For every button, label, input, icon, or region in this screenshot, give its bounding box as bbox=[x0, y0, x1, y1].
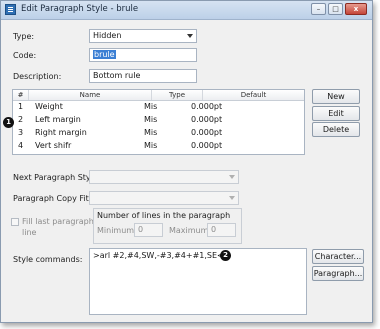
row-name: Right margin bbox=[35, 128, 87, 137]
row-number: 2 bbox=[18, 115, 24, 124]
maximum-label: Maximum: bbox=[169, 226, 212, 235]
maximum-input[interactable]: 0 bbox=[207, 223, 236, 237]
row-number: 1 bbox=[18, 102, 24, 111]
column-header-type[interactable]: Type bbox=[152, 90, 203, 100]
callout-marker-1: 1 bbox=[3, 117, 14, 128]
code-input[interactable]: brule bbox=[89, 48, 197, 62]
table-row[interactable]: 1 Weight Mis 0.000pt bbox=[13, 101, 304, 113]
style-commands-input[interactable]: >arl #2,#4,SW,-#3,#4+#1,SE< bbox=[89, 248, 307, 315]
row-type: Mis bbox=[144, 102, 158, 111]
variables-table[interactable]: # Name Type Default 1 Weight Mis 0.000pt… bbox=[12, 89, 305, 155]
app-icon bbox=[5, 4, 16, 15]
row-type: Mis bbox=[144, 141, 158, 150]
row-number: 4 bbox=[18, 141, 24, 150]
row-type: Mis bbox=[144, 128, 158, 137]
title-bar: Edit Paragraph Style - brule – □ x bbox=[1, 1, 372, 20]
table-row[interactable]: 3 Right margin Mis 0.000pt bbox=[13, 127, 304, 139]
style-commands-label: Style commands: bbox=[13, 255, 83, 264]
type-label: Type: bbox=[13, 32, 35, 41]
new-button[interactable]: New bbox=[312, 89, 360, 104]
chevron-down-icon bbox=[187, 34, 193, 38]
character-button[interactable]: Character... bbox=[312, 249, 364, 264]
callout-marker-2: 2 bbox=[220, 250, 231, 261]
table-row[interactable]: 4 Vert shifr Mis 0.000pt bbox=[13, 140, 304, 152]
fill-last-line-label-cont: line bbox=[22, 228, 37, 237]
row-type: Mis bbox=[144, 115, 158, 124]
fill-last-line-label: Fill last paragraph bbox=[22, 217, 94, 226]
next-paragraph-style-dropdown[interactable] bbox=[89, 170, 239, 184]
paragraph-copy-fit-dropdown[interactable] bbox=[89, 191, 239, 205]
edit-paragraph-style-dialog: Edit Paragraph Style - brule – □ x Type:… bbox=[0, 0, 373, 323]
type-value: Hidden bbox=[93, 31, 122, 40]
minimum-label: Minimum: bbox=[97, 226, 137, 235]
chevron-down-icon bbox=[229, 196, 235, 200]
column-header-name[interactable]: Name bbox=[29, 90, 152, 100]
minimize-button[interactable]: – bbox=[311, 3, 326, 15]
edit-button[interactable]: Edit bbox=[312, 106, 360, 121]
table-row[interactable]: 2 Left margin Mis 0.000pt bbox=[13, 114, 304, 126]
paragraph-copy-fit-label: Paragraph Copy Fit: bbox=[13, 194, 92, 203]
column-header-number[interactable]: # bbox=[13, 90, 29, 100]
code-label: Code: bbox=[13, 51, 37, 60]
minimum-input[interactable]: 0 bbox=[134, 223, 163, 237]
paragraph-button[interactable]: Paragraph... bbox=[312, 266, 364, 281]
row-name: Vert shifr bbox=[35, 141, 72, 150]
type-dropdown[interactable]: Hidden bbox=[89, 29, 197, 43]
close-button[interactable]: x bbox=[345, 3, 367, 15]
description-input[interactable]: Bottom rule bbox=[89, 69, 197, 83]
fill-last-line-checkbox[interactable] bbox=[11, 218, 19, 226]
description-label: Description: bbox=[13, 72, 62, 81]
row-default: 0.000pt bbox=[191, 141, 223, 150]
delete-button[interactable]: Delete bbox=[312, 122, 360, 137]
column-header-default[interactable]: Default bbox=[203, 90, 304, 100]
next-paragraph-style-label: Next Paragraph Style: bbox=[13, 173, 101, 182]
description-value: Bottom rule bbox=[93, 71, 141, 80]
table-header: # Name Type Default bbox=[13, 90, 304, 101]
window-title: Edit Paragraph Style - brule bbox=[21, 4, 139, 14]
row-name: Left margin bbox=[35, 115, 81, 124]
row-name: Weight bbox=[35, 102, 63, 111]
chevron-down-icon bbox=[229, 175, 235, 179]
maximize-button[interactable]: □ bbox=[328, 3, 343, 15]
lines-group-label: Number of lines in the paragraph bbox=[97, 211, 231, 220]
code-value: brule bbox=[93, 50, 116, 59]
row-default: 0.000pt bbox=[191, 128, 223, 137]
row-number: 3 bbox=[18, 128, 24, 137]
row-default: 0.000pt bbox=[191, 115, 223, 124]
row-default: 0.000pt bbox=[191, 102, 223, 111]
style-commands-value: >arl #2,#4,SW,-#3,#4+#1,SE< bbox=[93, 251, 224, 260]
